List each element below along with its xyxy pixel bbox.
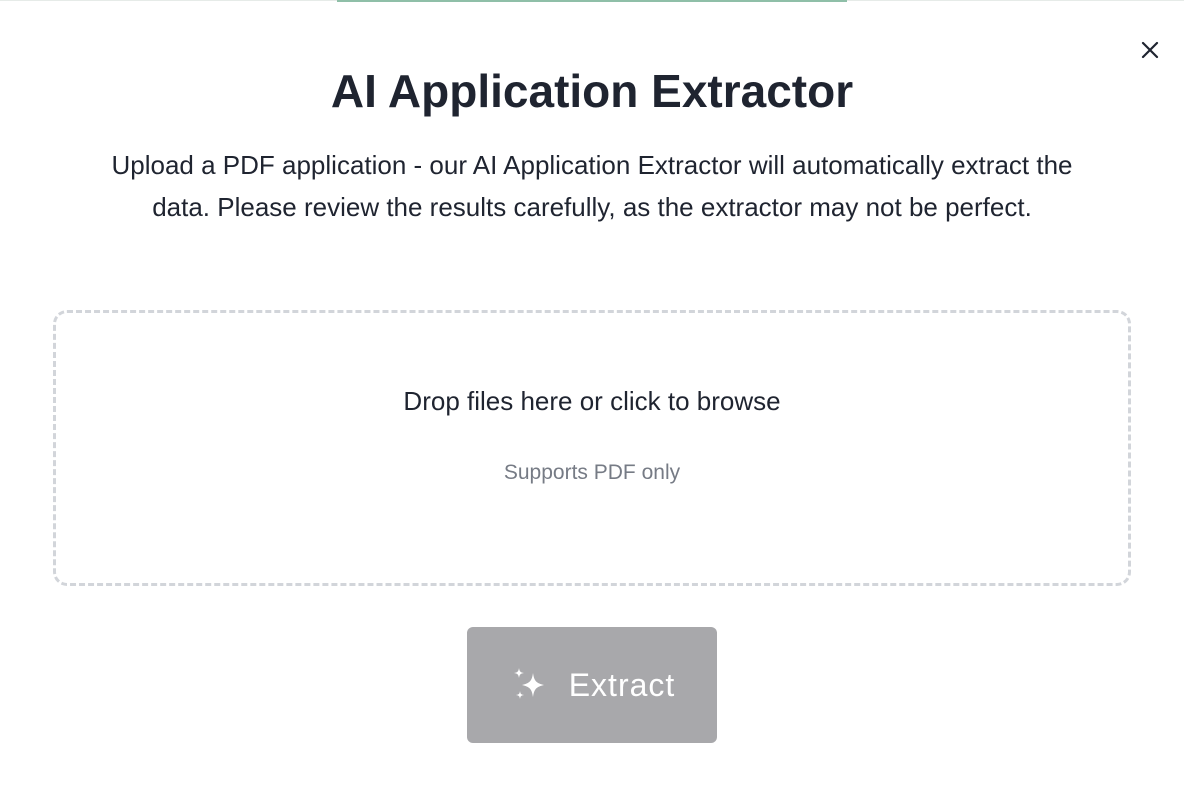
file-dropzone[interactable]: Drop files here or click to browse Suppo… bbox=[53, 310, 1131, 586]
ai-extractor-modal: AI Application Extractor Upload a PDF ap… bbox=[0, 0, 1184, 794]
modal-title: AI Application Extractor bbox=[330, 65, 854, 117]
top-accent-bar bbox=[337, 0, 847, 2]
sparkles-icon bbox=[513, 668, 544, 699]
dropzone-supported-types: Supports PDF only bbox=[503, 461, 681, 484]
extract-button-label: Extract bbox=[568, 666, 676, 703]
extract-button[interactable]: Extract bbox=[467, 627, 717, 743]
close-icon bbox=[1141, 41, 1159, 59]
dropzone-prompt: Drop files here or click to browse bbox=[403, 386, 781, 416]
modal-description: Upload a PDF application - our AI Applic… bbox=[111, 150, 1073, 222]
close-button[interactable] bbox=[1136, 36, 1164, 64]
